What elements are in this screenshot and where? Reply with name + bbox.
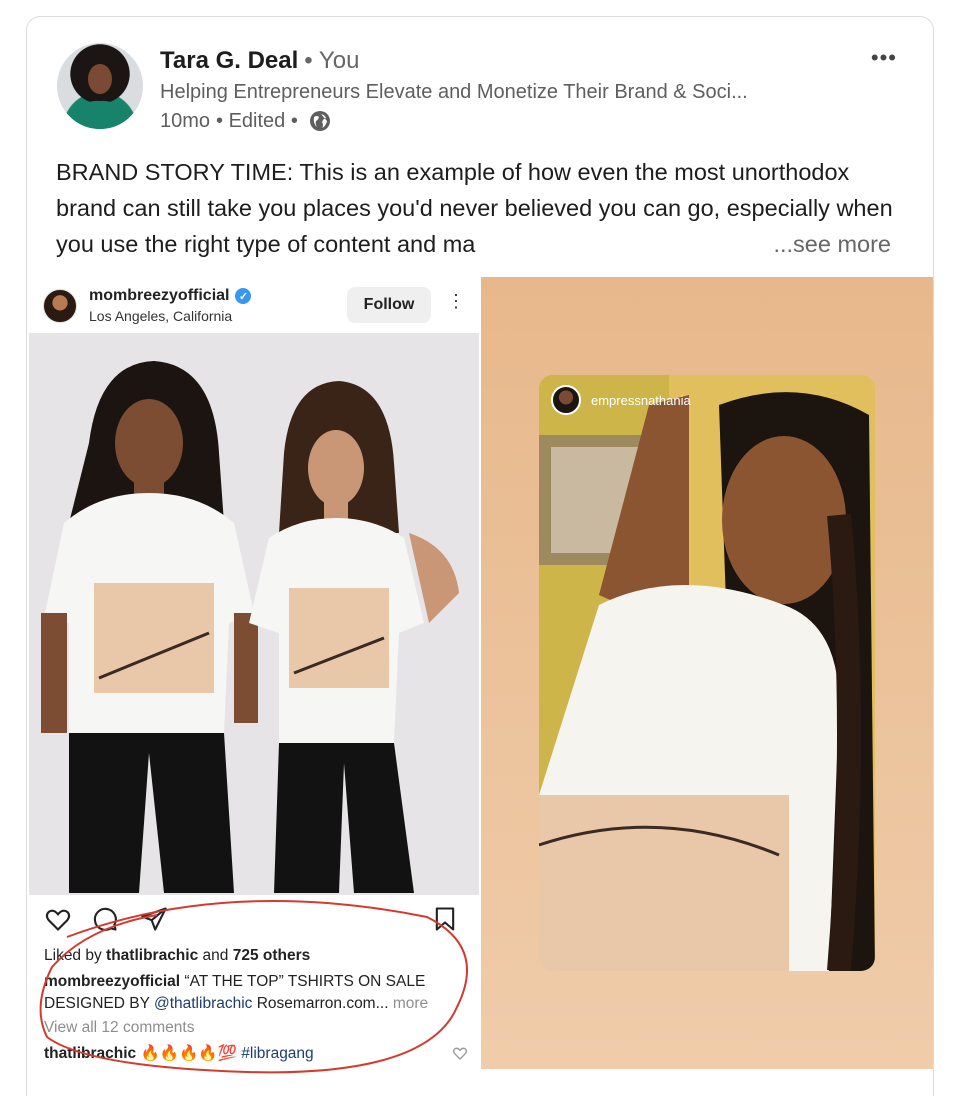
post-options-button[interactable]: ••• [871,45,897,71]
likes-count[interactable]: 725 others [233,947,311,964]
likes-mid: and [198,947,233,964]
post-meta: 10mo • Edited • [160,109,332,133]
instagram-menu-icon[interactable]: ⋮ [447,291,465,312]
author-name[interactable]: Tara G. Deal • You [160,47,359,75]
instagram-post-image[interactable]: mombreezyofficial ✓ Los Angeles, Califor… [27,277,481,1097]
story-photo [539,375,875,971]
story-username[interactable]: empressnathania [591,393,691,408]
feed-post-card: Tara G. Deal • You Helping Entrepreneurs … [26,16,934,1097]
likes-prefix: Liked by [44,947,107,964]
comment-hashtag[interactable]: #libragang [241,1045,313,1062]
caption-username[interactable]: mombreezyofficial [44,973,180,990]
bookmark-icon[interactable] [431,905,459,933]
post-time: 10mo [160,109,211,132]
author-name-text[interactable]: Tara G. Deal [160,47,298,74]
likes-user[interactable]: thatlibrachic [106,947,198,964]
share-icon[interactable] [140,905,168,933]
globe-icon [309,111,330,131]
heart-icon[interactable] [44,905,72,933]
caption-rest: Rosemarron.com... [252,995,389,1012]
comment-like-icon[interactable] [452,1045,468,1061]
instagram-actions [27,899,481,939]
connection-degree: • You [304,47,360,74]
see-more-link[interactable]: ...see more [765,226,891,262]
instagram-location[interactable]: Los Angeles, California [89,308,232,324]
instagram-username-text[interactable]: mombreezyofficial [89,287,229,305]
comment-username[interactable]: thatlibrachic [44,1045,136,1062]
comment-emoji: 🔥🔥🔥🔥💯 [136,1045,242,1062]
instagram-comment: thatlibrachic 🔥🔥🔥🔥💯 #libragang [44,1044,314,1063]
instagram-caption: mombreezyofficial “AT THE TOP” TSHIRTS O… [44,971,464,1015]
instagram-avatar[interactable] [43,289,77,323]
edited-label: • Edited • [216,109,298,132]
instagram-username[interactable]: mombreezyofficial ✓ [89,287,252,305]
caption-mention[interactable]: @thatlibrachic [154,995,252,1012]
story-image[interactable]: empressnathania [481,277,933,1069]
story-avatar[interactable] [551,385,581,415]
instagram-photo [29,333,479,895]
follow-button[interactable]: Follow [347,287,431,323]
caption-more-link[interactable]: more [389,995,428,1012]
instagram-likes[interactable]: Liked by thatlibrachic and 725 others [44,947,310,965]
verified-badge-icon: ✓ [235,288,252,304]
instagram-header: mombreezyofficial ✓ Los Angeles, Califor… [27,277,481,333]
story-frame: empressnathania [539,375,875,971]
author-avatar[interactable] [57,43,143,129]
author-headline: Helping Entrepreneurs Elevate and Moneti… [160,81,748,103]
comment-icon[interactable] [91,905,119,933]
view-comments-link[interactable]: View all 12 comments [44,1019,194,1037]
